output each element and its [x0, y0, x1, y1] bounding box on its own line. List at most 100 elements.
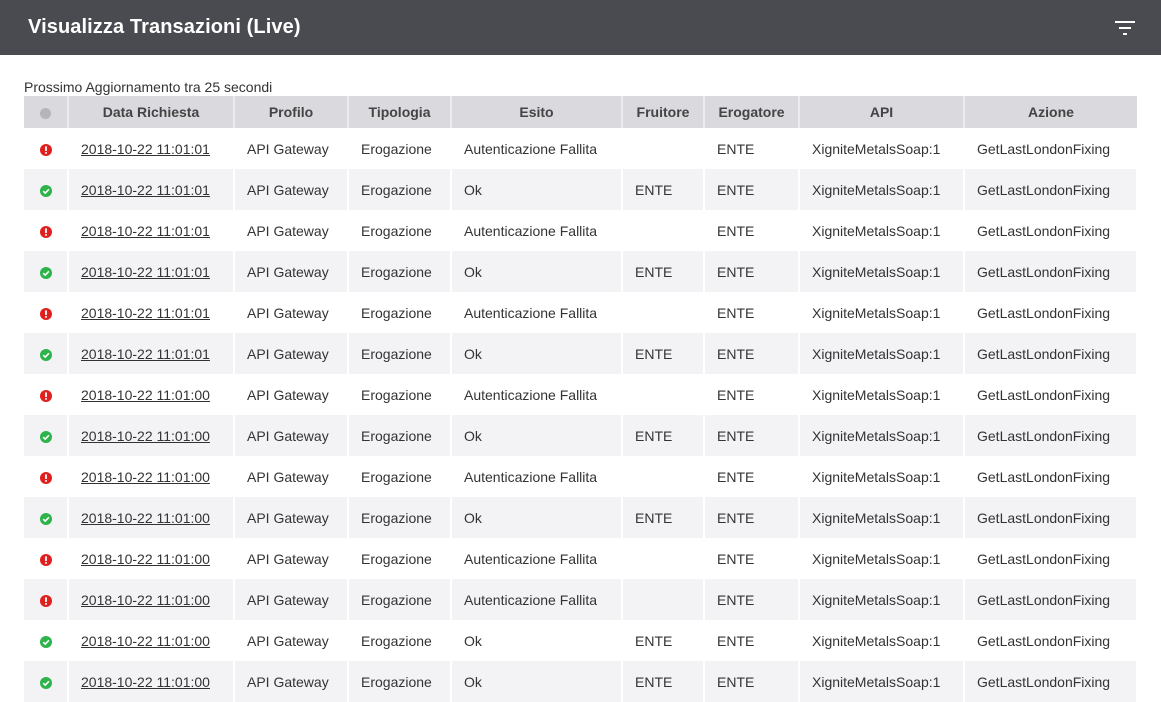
erogatore-cell: ENTE	[704, 251, 800, 292]
azione-cell: GetLastLondonFixing	[964, 579, 1138, 620]
column-header[interactable]: Tipologia	[348, 96, 452, 128]
esito-cell: Autenticazione Fallita	[451, 456, 623, 497]
status-cell	[24, 292, 69, 333]
date-cell: 2018-10-22 11:01:01	[68, 128, 235, 169]
column-header[interactable]: Fruitore	[622, 96, 705, 128]
esito-cell: Ok	[451, 333, 623, 374]
date-cell: 2018-10-22 11:01:01	[68, 251, 235, 292]
table-row[interactable]: 2018-10-22 11:01:00 API Gateway Erogazione…	[24, 661, 1138, 702]
column-header[interactable]: Profilo	[234, 96, 349, 128]
table-row[interactable]: 2018-10-22 11:01:01 API Gateway Erogazione…	[24, 251, 1138, 292]
column-header[interactable]: Erogatore	[704, 96, 800, 128]
status-cell	[24, 497, 69, 538]
table-row[interactable]: 2018-10-22 11:01:01 API Gateway Erogazione…	[24, 292, 1138, 333]
esito-cell: Autenticazione Fallita	[451, 374, 623, 415]
date-link[interactable]: 2018-10-22 11:01:00	[81, 633, 210, 649]
tipologia-cell: Erogazione	[348, 620, 452, 661]
date-link[interactable]: 2018-10-22 11:01:01	[81, 346, 210, 362]
error-icon	[39, 389, 52, 402]
erogatore-cell: ENTE	[704, 210, 800, 251]
azione-cell: GetLastLondonFixing	[964, 415, 1138, 456]
column-header[interactable]: Esito	[451, 96, 623, 128]
success-icon	[39, 512, 52, 525]
erogatore-cell: ENTE	[704, 620, 800, 661]
tipologia-cell: Erogazione	[348, 169, 452, 210]
api-cell: XigniteMetalsSoap:1	[799, 292, 965, 333]
table-row[interactable]: 2018-10-22 11:01:00 API Gateway Erogazione…	[24, 374, 1138, 415]
table-row[interactable]: 2018-10-22 11:01:01 API Gateway Erogazione…	[24, 210, 1138, 251]
table-row[interactable]: 2018-10-22 11:01:00 API Gateway Erogazione…	[24, 456, 1138, 497]
filter-button[interactable]	[1111, 14, 1139, 42]
azione-cell: GetLastLondonFixing	[964, 210, 1138, 251]
date-link[interactable]: 2018-10-22 11:01:01	[81, 182, 210, 198]
table-row[interactable]: 2018-10-22 11:01:01 API Gateway Erogazione…	[24, 333, 1138, 374]
table-row[interactable]: 2018-10-22 11:01:00 API Gateway Erogazione…	[24, 620, 1138, 661]
error-icon	[39, 307, 52, 320]
status-cell	[24, 620, 69, 661]
error-icon	[39, 553, 52, 566]
profilo-cell: API Gateway	[234, 620, 349, 661]
esito-cell: Autenticazione Fallita	[451, 538, 623, 579]
tipologia-cell: Erogazione	[348, 497, 452, 538]
tipologia-cell: Erogazione	[348, 538, 452, 579]
fruitore-cell: ENTE	[622, 661, 705, 702]
success-icon	[39, 184, 52, 197]
status-cell	[24, 579, 69, 620]
column-header[interactable]: API	[799, 96, 965, 128]
date-link[interactable]: 2018-10-22 11:01:00	[81, 674, 210, 690]
date-link[interactable]: 2018-10-22 11:01:01	[81, 305, 210, 321]
erogatore-cell: ENTE	[704, 169, 800, 210]
status-cell	[24, 169, 69, 210]
date-link[interactable]: 2018-10-22 11:01:00	[81, 428, 210, 444]
date-link[interactable]: 2018-10-22 11:01:00	[81, 551, 210, 567]
date-cell: 2018-10-22 11:01:00	[68, 620, 235, 661]
erogatore-cell: ENTE	[704, 292, 800, 333]
date-link[interactable]: 2018-10-22 11:01:00	[81, 387, 210, 403]
column-header[interactable]: Azione	[964, 96, 1137, 128]
esito-cell: Autenticazione Fallita	[451, 128, 623, 169]
profilo-cell: API Gateway	[234, 333, 349, 374]
column-header[interactable]: Data Richiesta	[68, 96, 235, 128]
date-link[interactable]: 2018-10-22 11:01:00	[81, 469, 210, 485]
date-link[interactable]: 2018-10-22 11:01:01	[81, 223, 210, 239]
table-row[interactable]: 2018-10-22 11:01:01 API Gateway Erogazione…	[24, 169, 1138, 210]
date-cell: 2018-10-22 11:01:01	[68, 333, 235, 374]
erogatore-cell: ENTE	[704, 661, 800, 702]
profilo-cell: API Gateway	[234, 251, 349, 292]
page-title: Visualizza Transazioni (Live)	[28, 16, 301, 38]
api-cell: XigniteMetalsSoap:1	[799, 251, 965, 292]
table-row[interactable]: 2018-10-22 11:01:00 API Gateway Erogazione…	[24, 538, 1138, 579]
api-cell: XigniteMetalsSoap:1	[799, 497, 965, 538]
table-row[interactable]: 2018-10-22 11:01:00 API Gateway Erogazione…	[24, 415, 1138, 456]
date-cell: 2018-10-22 11:01:00	[68, 415, 235, 456]
date-cell: 2018-10-22 11:01:01	[68, 169, 235, 210]
date-link[interactable]: 2018-10-22 11:01:00	[81, 510, 210, 526]
api-cell: XigniteMetalsSoap:1	[799, 169, 965, 210]
date-link[interactable]: 2018-10-22 11:01:01	[81, 141, 210, 157]
table-row[interactable]: 2018-10-22 11:01:00 API Gateway Erogazione…	[24, 579, 1138, 620]
api-cell: XigniteMetalsSoap:1	[799, 661, 965, 702]
status-cell	[24, 661, 69, 702]
table-row[interactable]: 2018-10-22 11:01:01 API Gateway Erogazione…	[24, 128, 1138, 169]
tipologia-cell: Erogazione	[348, 128, 452, 169]
azione-cell: GetLastLondonFixing	[964, 251, 1138, 292]
tipologia-cell: Erogazione	[348, 333, 452, 374]
fruitore-cell	[622, 374, 705, 415]
erogatore-cell: ENTE	[704, 333, 800, 374]
fruitore-cell: ENTE	[622, 497, 705, 538]
azione-cell: GetLastLondonFixing	[964, 661, 1138, 702]
error-icon	[39, 143, 52, 156]
esito-cell: Ok	[451, 497, 623, 538]
status-cell	[24, 128, 69, 169]
azione-cell: GetLastLondonFixing	[964, 456, 1138, 497]
date-link[interactable]: 2018-10-22 11:01:01	[81, 264, 210, 280]
profilo-cell: API Gateway	[234, 415, 349, 456]
fruitore-cell: ENTE	[622, 333, 705, 374]
table-row[interactable]: 2018-10-22 11:01:00 API Gateway Erogazione…	[24, 497, 1138, 538]
status-cell	[24, 538, 69, 579]
date-cell: 2018-10-22 11:01:00	[68, 374, 235, 415]
date-link[interactable]: 2018-10-22 11:01:00	[81, 592, 210, 608]
tipologia-cell: Erogazione	[348, 374, 452, 415]
api-cell: XigniteMetalsSoap:1	[799, 333, 965, 374]
esito-cell: Ok	[451, 661, 623, 702]
